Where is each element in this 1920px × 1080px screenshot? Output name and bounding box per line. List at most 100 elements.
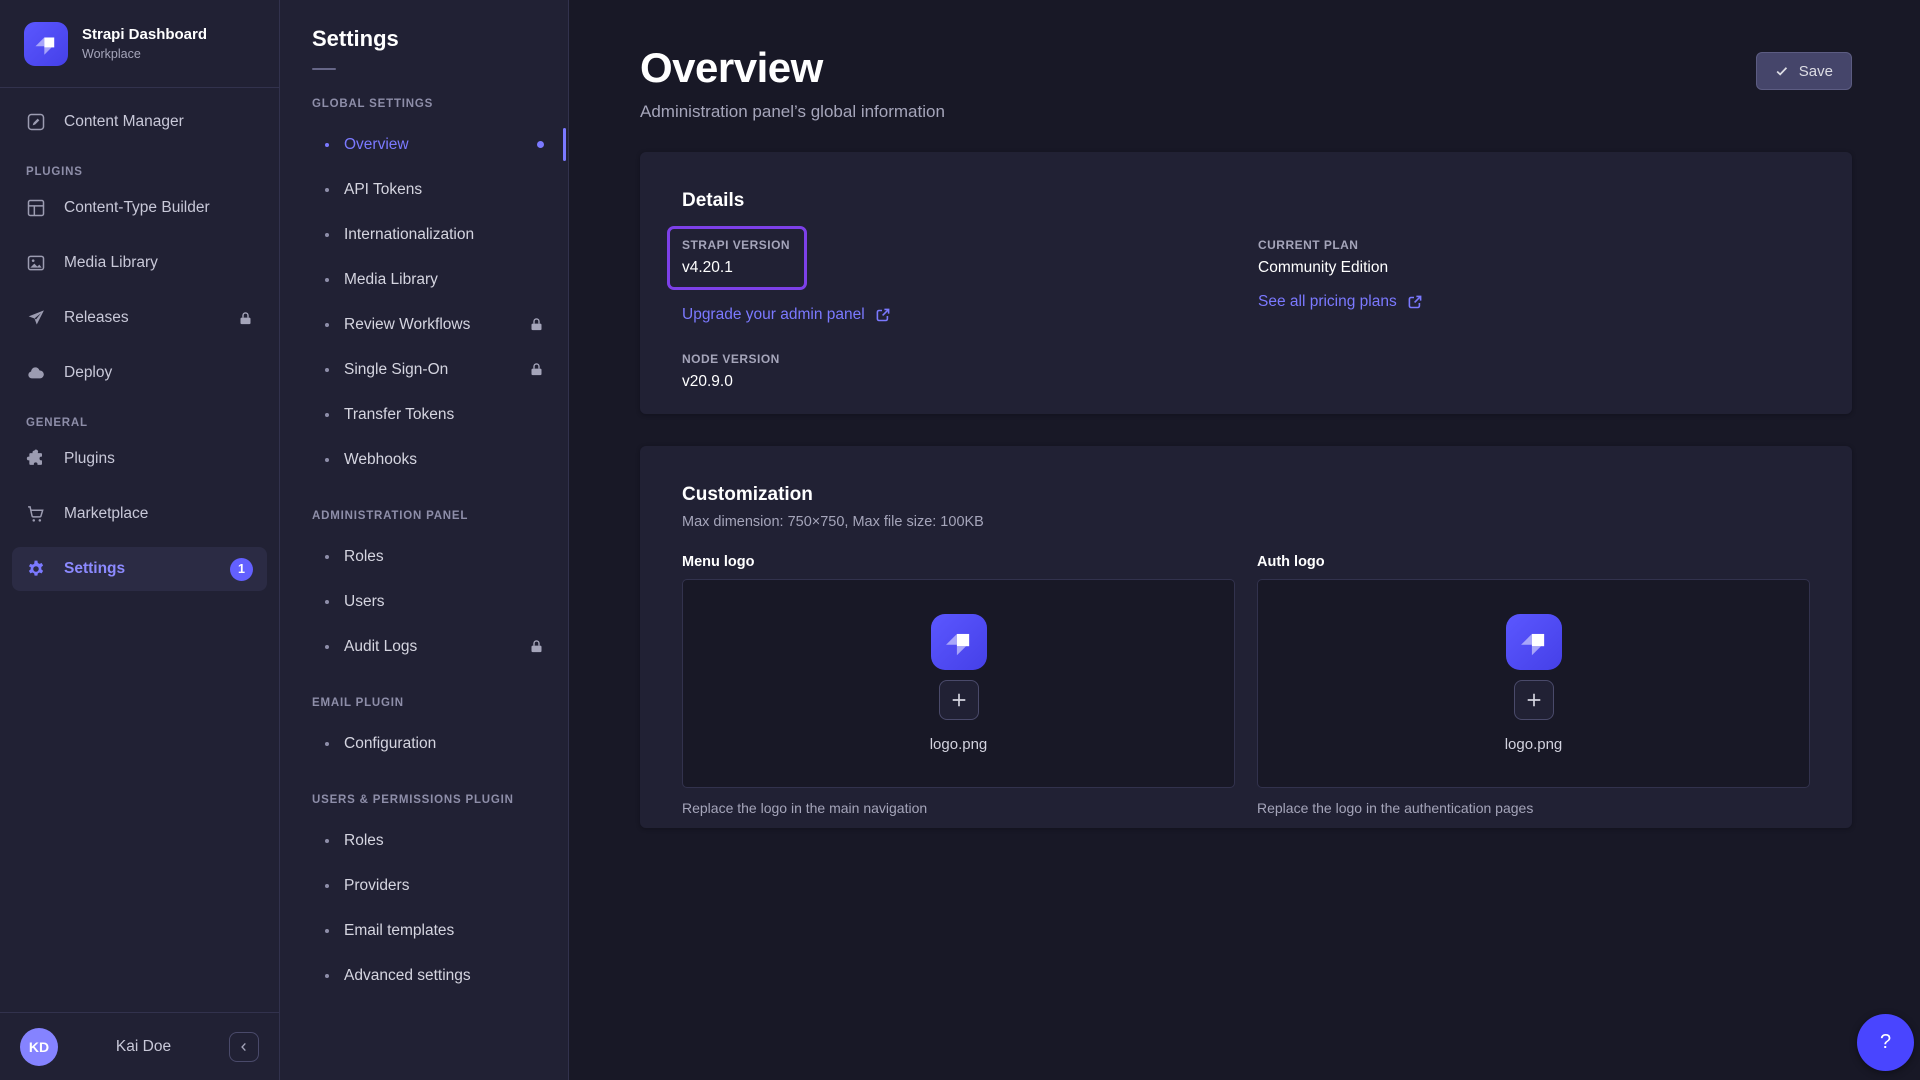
nav-item-label: Content Manager bbox=[64, 113, 235, 131]
bullet-icon bbox=[325, 368, 329, 372]
bullet-icon bbox=[325, 839, 329, 843]
bullet-icon bbox=[325, 233, 329, 237]
page-subtitle: Administration panel’s global informatio… bbox=[640, 102, 945, 122]
bullet-icon bbox=[325, 929, 329, 933]
sidebar-item-media-library[interactable]: Media Library bbox=[12, 241, 267, 285]
check-icon bbox=[1775, 64, 1789, 78]
menu-logo-dropzone[interactable]: logo.png bbox=[682, 579, 1235, 788]
main-sidebar: Strapi Dashboard Workplace Content Manag… bbox=[0, 0, 280, 1080]
save-button[interactable]: Save bbox=[1756, 52, 1852, 90]
strapi-version-value: v4.20.1 bbox=[682, 259, 790, 277]
subnav-item-overview[interactable]: Overview bbox=[280, 122, 568, 167]
help-button[interactable]: ? bbox=[1857, 1014, 1914, 1071]
subnav-item-media-library[interactable]: Media Library bbox=[280, 257, 568, 302]
subnav-item-label: Single Sign-On bbox=[344, 361, 448, 379]
menu-logo-filename: logo.png bbox=[930, 736, 988, 753]
app-root: Strapi Dashboard Workplace Content Manag… bbox=[0, 0, 1920, 1080]
subnav-item-label: Roles bbox=[344, 548, 384, 566]
pricing-plans-link[interactable]: See all pricing plans bbox=[1258, 293, 1423, 311]
sidebar-item-releases[interactable]: Releases bbox=[12, 296, 267, 340]
send-icon bbox=[26, 308, 46, 328]
subnav-item-label: API Tokens bbox=[344, 181, 422, 199]
subnav-item-transfer-tokens[interactable]: Transfer Tokens bbox=[280, 392, 568, 437]
strapi-logo-icon bbox=[1506, 614, 1562, 670]
bullet-icon bbox=[325, 600, 329, 604]
plus-icon bbox=[1525, 691, 1543, 709]
auth-logo-filename: logo.png bbox=[1505, 736, 1563, 753]
subnav-item-label: Webhooks bbox=[344, 451, 417, 469]
upgrade-admin-panel-link[interactable]: Upgrade your admin panel bbox=[682, 306, 891, 324]
main-nav-sections: Content Manager PLUGINS Content-Type Bui… bbox=[0, 88, 279, 1012]
add-logo-button[interactable] bbox=[939, 680, 979, 720]
avatar: KD bbox=[20, 1028, 58, 1066]
sidebar-item-deploy[interactable]: Deploy bbox=[12, 351, 267, 395]
add-logo-button[interactable] bbox=[1514, 680, 1554, 720]
bullet-icon bbox=[325, 413, 329, 417]
auth-logo-dropzone[interactable]: logo.png bbox=[1257, 579, 1810, 788]
menu-logo-label: Menu logo bbox=[682, 554, 1235, 570]
details-card-title: Details bbox=[682, 190, 1810, 212]
nav-item-label: Settings bbox=[64, 560, 212, 578]
subnav-item-review-workflows[interactable]: Review Workflows bbox=[280, 302, 568, 347]
workspace-brand[interactable]: Strapi Dashboard Workplace bbox=[0, 0, 279, 88]
sidebar-item-settings[interactable]: Settings 1 bbox=[12, 547, 267, 591]
auth-logo-caption: Replace the logo in the authentication p… bbox=[1257, 800, 1810, 816]
auth-logo-upload: Auth logo logo.png Replace the logo in t… bbox=[1257, 554, 1810, 816]
lock-icon bbox=[529, 362, 544, 377]
customization-title: Customization bbox=[682, 484, 1810, 506]
subnav-item-providers[interactable]: Providers bbox=[280, 863, 568, 908]
page-header: Overview Administration panel’s global i… bbox=[640, 44, 1852, 122]
sidebar-item-plugins[interactable]: Plugins bbox=[12, 437, 267, 481]
node-version-label: NODE VERSION bbox=[682, 352, 1258, 366]
strapi-version-label: STRAPI VERSION bbox=[682, 238, 790, 252]
lock-icon bbox=[529, 317, 544, 332]
nav-section-label-general: GENERAL bbox=[12, 417, 267, 429]
collapse-sidebar-button[interactable] bbox=[229, 1032, 259, 1062]
current-plan-label: CURRENT PLAN bbox=[1258, 238, 1810, 252]
sidebar-item-content-type-builder[interactable]: Content-Type Builder bbox=[12, 186, 267, 230]
subnav-item-users[interactable]: Users bbox=[280, 579, 568, 624]
grid-icon bbox=[26, 198, 46, 218]
subnav-item-label: Email templates bbox=[344, 922, 454, 940]
subnav-item-webhooks[interactable]: Webhooks bbox=[280, 437, 568, 482]
cloud-icon bbox=[26, 363, 46, 383]
details-left-column: STRAPI VERSION v4.20.1 Upgrade your admi… bbox=[682, 238, 1258, 391]
subnav-item-label: Transfer Tokens bbox=[344, 406, 454, 424]
nav-section-label-plugins: PLUGINS bbox=[12, 166, 267, 178]
subnav-item-advanced-settings[interactable]: Advanced settings bbox=[280, 953, 568, 998]
subnav-item-configuration[interactable]: Configuration bbox=[280, 721, 568, 766]
bullet-icon bbox=[325, 742, 329, 746]
subnav-section-label-administration-panel: ADMINISTRATION PANEL bbox=[280, 510, 568, 522]
auth-logo-label: Auth logo bbox=[1257, 554, 1810, 570]
external-link-icon bbox=[875, 307, 891, 323]
cart-icon bbox=[26, 504, 46, 524]
subnav-item-audit-logs[interactable]: Audit Logs bbox=[280, 624, 568, 669]
sidebar-item-content-manager[interactable]: Content Manager bbox=[12, 100, 267, 144]
subnav-section-label-email-plugin: EMAIL PLUGIN bbox=[280, 697, 568, 709]
subnav-item-internationalization[interactable]: Internationalization bbox=[280, 212, 568, 257]
bullet-icon bbox=[325, 188, 329, 192]
subnav-item-label: Media Library bbox=[344, 271, 438, 289]
subnav-item-email-templates[interactable]: Email templates bbox=[280, 908, 568, 953]
subnav-item-label: Configuration bbox=[344, 735, 436, 753]
subnav-item-api-tokens[interactable]: API Tokens bbox=[280, 167, 568, 212]
nav-item-label: Media Library bbox=[64, 254, 235, 272]
subnav-item-single-sign-on[interactable]: Single Sign-On bbox=[280, 347, 568, 392]
plus-icon bbox=[950, 691, 968, 709]
customization-subtitle: Max dimension: 750×750, Max file size: 1… bbox=[682, 514, 1810, 530]
subnav-item-label: Users bbox=[344, 593, 384, 611]
sidebar-item-marketplace[interactable]: Marketplace bbox=[12, 492, 267, 536]
subnav-item-label: Roles bbox=[344, 832, 384, 850]
workspace-subtitle: Workplace bbox=[82, 47, 207, 61]
subnav-item-roles[interactable]: Roles bbox=[280, 534, 568, 579]
lock-icon bbox=[529, 639, 544, 654]
bullet-icon bbox=[325, 143, 329, 147]
subnav-item-label: Advanced settings bbox=[344, 967, 471, 985]
subnav-item-roles[interactable]: Roles bbox=[280, 818, 568, 863]
notifications-badge: 1 bbox=[230, 558, 253, 581]
bullet-icon bbox=[325, 555, 329, 559]
page-title: Overview bbox=[640, 44, 945, 92]
sidebar-footer: KD Kai Doe bbox=[0, 1012, 279, 1080]
nav-item-label: Releases bbox=[64, 309, 220, 327]
gear-icon bbox=[26, 559, 46, 579]
